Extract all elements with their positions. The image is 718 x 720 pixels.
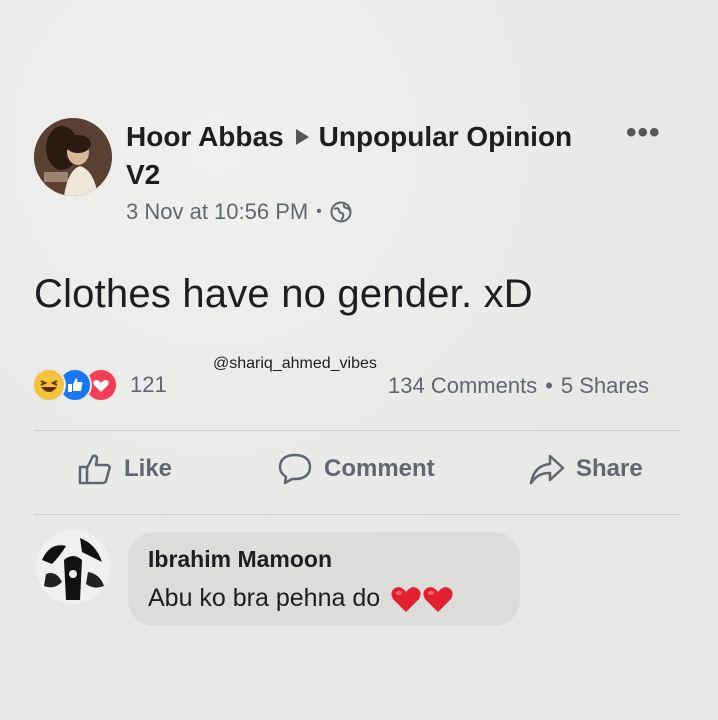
red-heart-icon bbox=[423, 586, 453, 612]
post-text: Clothes have no gender. xD bbox=[34, 272, 533, 316]
author-avatar[interactable] bbox=[34, 118, 112, 196]
right-triangle-icon bbox=[295, 129, 309, 146]
comments-count-link[interactable]: 134 Comments bbox=[388, 373, 537, 399]
author-photo-icon bbox=[34, 118, 112, 196]
post-header-title: Hoor Abbas Unpopular Opinion V2 bbox=[126, 118, 606, 194]
globe-icon bbox=[330, 201, 352, 223]
post-card: Hoor Abbas Unpopular Opinion V2 ••• 3 Nov… bbox=[0, 0, 718, 720]
reactions-summary[interactable]: 121 bbox=[32, 368, 167, 402]
commenter-avatar[interactable] bbox=[36, 530, 110, 604]
divider bbox=[34, 514, 680, 515]
comment-text-row: Abu ko bra pehna do bbox=[148, 584, 454, 613]
like-label: Like bbox=[124, 455, 173, 482]
red-heart-icon bbox=[391, 586, 421, 612]
watermark-text: @shariq_ahmed_vibes bbox=[213, 355, 377, 372]
post-meta: 3 Nov at 10:56 PM • bbox=[126, 199, 352, 225]
comment-label: Comment bbox=[324, 455, 435, 482]
commenter-name[interactable]: Ibrahim Mamoon bbox=[148, 546, 332, 573]
share-button[interactable]: Share bbox=[528, 450, 643, 488]
commenter-photo-icon bbox=[36, 530, 110, 604]
post-timestamp[interactable]: 3 Nov at 10:56 PM bbox=[126, 199, 308, 225]
speech-bubble-icon bbox=[278, 453, 312, 485]
comment-emojis bbox=[390, 585, 454, 613]
thumbs-up-icon bbox=[78, 454, 111, 485]
comment-text: Abu ko bra pehna do bbox=[148, 584, 381, 612]
engagement-stats: 134 Comments • 5 Shares bbox=[388, 373, 649, 399]
share-label: Share bbox=[576, 455, 643, 482]
share-arrow-icon bbox=[529, 454, 565, 485]
meta-separator: • bbox=[316, 203, 322, 220]
more-options-button[interactable]: ••• bbox=[626, 116, 661, 150]
divider bbox=[34, 430, 680, 431]
stats-separator: • bbox=[545, 373, 553, 398]
comment-button[interactable]: Comment bbox=[276, 450, 435, 488]
reaction-count: 121 bbox=[130, 372, 167, 397]
haha-reaction-icon bbox=[32, 368, 66, 402]
shares-count-link[interactable]: 5 Shares bbox=[561, 373, 649, 399]
author-name[interactable]: Hoor Abbas bbox=[126, 121, 284, 152]
like-button[interactable]: Like bbox=[76, 450, 172, 488]
